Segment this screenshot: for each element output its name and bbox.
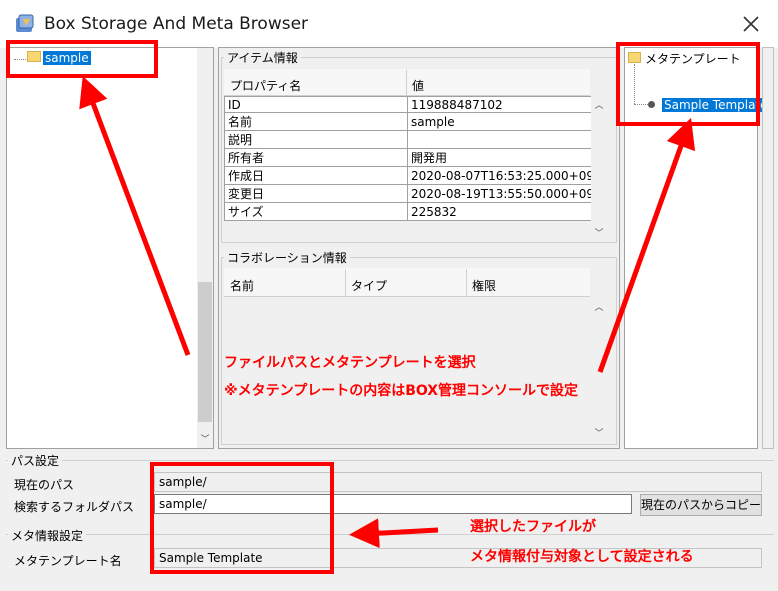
annotation-box-path-fields — [150, 462, 334, 574]
right-edge-panel — [762, 47, 774, 449]
property-name: 所有者 — [224, 148, 408, 167]
property-name: サイズ — [224, 202, 408, 221]
table-row[interactable]: 名前 sample — [224, 112, 592, 131]
table-row[interactable]: ID 119888487102 — [224, 96, 592, 113]
item-info-header-property[interactable]: プロパティ名 — [225, 77, 301, 94]
item-info-header-value[interactable]: 値 — [407, 77, 424, 94]
folder-tree-scroll-down-icon[interactable]: ﹀ — [197, 432, 213, 445]
item-info-scroll-down-icon[interactable]: ﹀ — [591, 226, 607, 239]
table-row[interactable]: サイズ 225832 — [224, 202, 592, 221]
close-icon[interactable] — [738, 11, 764, 37]
item-info-table: ID 119888487102 名前 sample 説明 所有者 開発用 作成日… — [224, 96, 592, 221]
collab-info-scrollbar[interactable] — [591, 297, 607, 442]
property-value: 開発用 — [407, 148, 592, 167]
property-value: 2020-08-07T16:53:25.000+09:... — [407, 166, 592, 185]
collab-scroll-up-icon[interactable]: ︿ — [591, 300, 607, 313]
property-value: 225832 — [407, 202, 592, 221]
folder-tree-pane[interactable] — [6, 47, 214, 449]
table-row[interactable]: 所有者 開発用 — [224, 148, 592, 167]
current-path-label: 現在のパス — [14, 478, 75, 492]
collab-info-header-row — [224, 268, 590, 297]
folder-tree-scroll-thumb[interactable] — [198, 282, 212, 422]
property-value — [407, 130, 592, 149]
collab-scroll-down-icon[interactable]: ﹀ — [591, 426, 607, 439]
collab-info-group-title: コラボレーション情報 — [224, 249, 350, 266]
annotation-box-template — [616, 42, 760, 126]
property-name: ID — [224, 96, 408, 113]
annotation-note-2: ※メタテンプレートの内容はBOX管理コンソールで設定 — [224, 383, 579, 399]
template-name-label: メタテンプレート名 — [14, 554, 122, 568]
search-folder-label: 検索するフォルダパス — [14, 500, 135, 514]
property-value: sample — [407, 112, 592, 131]
annotation-note-3: 選択したファイルが — [470, 519, 596, 535]
annotation-note-1: ファイルパスとメタテンプレートを選択 — [224, 355, 476, 371]
collab-header-name[interactable]: 名前 — [225, 277, 254, 294]
collab-header-type[interactable]: タイプ — [346, 277, 387, 294]
app-icon — [16, 14, 34, 32]
property-name: 説明 — [224, 130, 408, 149]
property-value: 2020-08-19T13:55:50.000+09:... — [407, 184, 592, 203]
window-title: Box Storage And Meta Browser — [44, 14, 309, 34]
annotation-box-folder — [6, 40, 158, 78]
table-row[interactable]: 説明 — [224, 130, 592, 149]
property-value: 119888487102 — [407, 96, 592, 113]
item-info-group-title: アイテム情報 — [224, 49, 301, 66]
annotation-note-4: メタ情報付与対象として設定される — [470, 549, 694, 565]
property-name: 変更日 — [224, 184, 408, 203]
table-row[interactable]: 変更日 2020-08-19T13:55:50.000+09:... — [224, 184, 592, 203]
copy-from-current-path-button[interactable]: 現在のパスからコピー — [640, 494, 762, 516]
item-info-scrollbar[interactable] — [591, 96, 607, 242]
path-settings-group-title: パス設定 — [8, 452, 63, 469]
table-row[interactable]: 作成日 2020-08-07T16:53:25.000+09:... — [224, 166, 592, 185]
property-name: 作成日 — [224, 166, 408, 185]
property-name: 名前 — [224, 112, 408, 131]
collab-header-permission[interactable]: 権限 — [467, 277, 496, 294]
meta-settings-group-title: メタ情報設定 — [8, 527, 87, 544]
item-info-scroll-up-icon[interactable]: ︿ — [591, 98, 607, 111]
